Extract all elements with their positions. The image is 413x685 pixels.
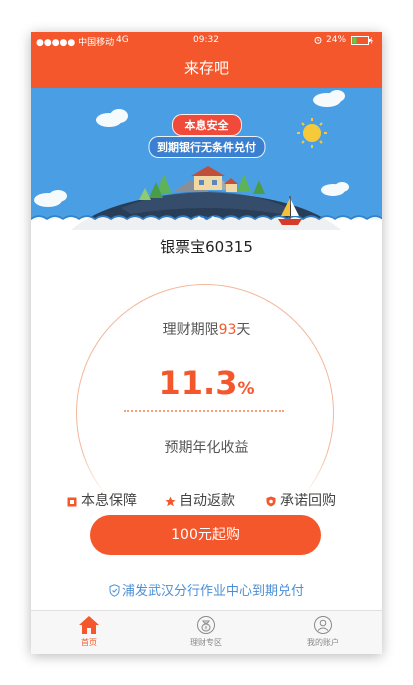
rate-value: 11.3	[158, 364, 238, 402]
svg-text:¥: ¥	[204, 626, 207, 632]
badge-bank-redeem: 到期银行无条件兑付	[148, 136, 265, 158]
carrier-label: ●●●●● 中国移动	[36, 38, 115, 48]
status-bar: ●●●●● 中国移动 4G 09:32 24%	[31, 32, 382, 50]
battery-percent: 24%	[326, 35, 347, 45]
home-icon	[49, 615, 129, 635]
battery-icon	[351, 36, 373, 48]
tab-label: 理财专区	[190, 638, 222, 647]
feature-label: 本息保障	[81, 493, 137, 509]
phone-screen: ●●●●● 中国移动 4G 09:32 24% 来存吧 本息安全 到期银行无条件…	[31, 32, 382, 654]
tab-my-account[interactable]: 我的账户	[283, 615, 363, 648]
promo-banner[interactable]: 本息安全 到期银行无条件兑付	[31, 88, 382, 230]
rate-label: 预期年化收益	[164, 440, 249, 456]
bank-note-text: 浦发武汉分行作业中心到期兑付	[121, 584, 304, 599]
buy-button[interactable]: 100元起购	[90, 515, 321, 555]
alarm-icon	[314, 36, 322, 47]
badge-principal-safe: 本息安全	[171, 114, 242, 136]
app-header: 来存吧	[31, 50, 382, 88]
term-suffix: 天	[236, 322, 251, 338]
money-bag-icon: ¥	[166, 615, 246, 635]
tab-label: 首页	[81, 638, 97, 647]
tab-home[interactable]: 首页	[49, 615, 129, 648]
product-name: 银票宝60315	[160, 238, 253, 256]
bottom-tab-bar: 首页 ¥ 理财专区 我的账户	[31, 610, 382, 654]
tab-wealth-zone[interactable]: ¥ 理财专区	[166, 615, 246, 648]
star-badge-icon	[165, 495, 176, 507]
feature-buyback: 承诺回购	[266, 490, 336, 510]
clock: 09:32	[193, 35, 219, 45]
feature-label: 自动返款	[179, 493, 235, 509]
feature-principal-guarantee: 本息保障	[67, 490, 137, 510]
dotted-divider	[124, 410, 284, 412]
shield-outline-icon	[109, 584, 120, 601]
island-illustration	[31, 88, 382, 230]
feature-label: 承诺回购	[280, 493, 336, 509]
rate-display: 11.3%	[31, 364, 382, 402]
user-icon	[283, 615, 363, 635]
feature-auto-refund: 自动返款	[165, 490, 235, 510]
shield-icon	[266, 495, 276, 507]
rate-unit: %	[237, 379, 255, 399]
term-days: 93	[218, 322, 237, 338]
term-text: 理财期限93天	[31, 319, 382, 339]
network-label: 4G	[116, 35, 129, 45]
shield-square-icon	[67, 495, 77, 507]
tab-label: 我的账户	[307, 638, 339, 647]
bank-note[interactable]: 浦发武汉分行作业中心到期兑付	[31, 580, 382, 601]
term-prefix: 理财期限	[162, 322, 219, 338]
page-title: 来存吧	[183, 59, 229, 77]
